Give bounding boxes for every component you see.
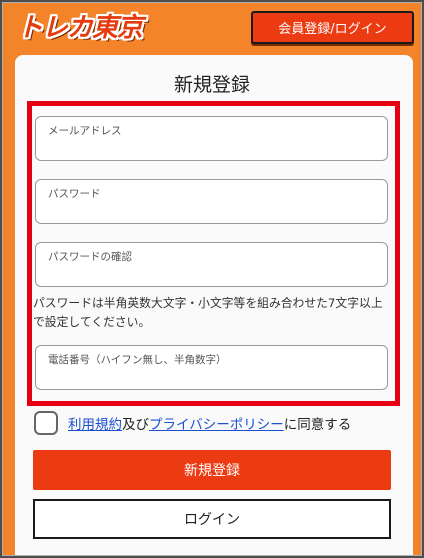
email-field[interactable]: メールアドレス	[35, 116, 388, 161]
phone-field[interactable]: 電話番号（ハイフン無し、半角数字）	[35, 345, 388, 390]
header: トレカ東京 会員登録/ログイン	[3, 3, 421, 55]
agree-suffix: に同意する	[283, 417, 352, 433]
agree-checkbox[interactable]	[34, 411, 58, 435]
agree-conj: 及び	[122, 417, 149, 433]
terms-link[interactable]: 利用規約	[68, 417, 122, 433]
agree-text: 利用規約及びプライバシーポリシーに同意する	[68, 413, 351, 433]
register-button[interactable]: 新規登録	[33, 450, 391, 490]
phone-placeholder: 電話番号（ハイフン無し、半角数字）	[48, 354, 227, 366]
password-placeholder: パスワード	[48, 188, 101, 200]
privacy-link[interactable]: プライバシーポリシー	[149, 417, 284, 433]
email-placeholder: メールアドレス	[48, 125, 122, 137]
password-confirm-field[interactable]: パスワードの確認	[35, 242, 388, 287]
page-title: 新規登録	[173, 74, 250, 96]
login-button[interactable]: ログイン	[33, 499, 391, 539]
password-hint: パスワードは半角英数大文字・小文字等を組み合わせた7文字以上で設定してください。	[33, 296, 383, 329]
agree-row: 利用規約及びプライバシーポリシーに同意する	[34, 410, 404, 436]
header-login-register-button[interactable]: 会員登録/ログイン	[251, 11, 414, 44]
password-field[interactable]: パスワード	[35, 179, 388, 224]
site-logo[interactable]: トレカ東京	[11, 11, 148, 45]
password-confirm-placeholder: パスワードの確認	[48, 251, 132, 263]
